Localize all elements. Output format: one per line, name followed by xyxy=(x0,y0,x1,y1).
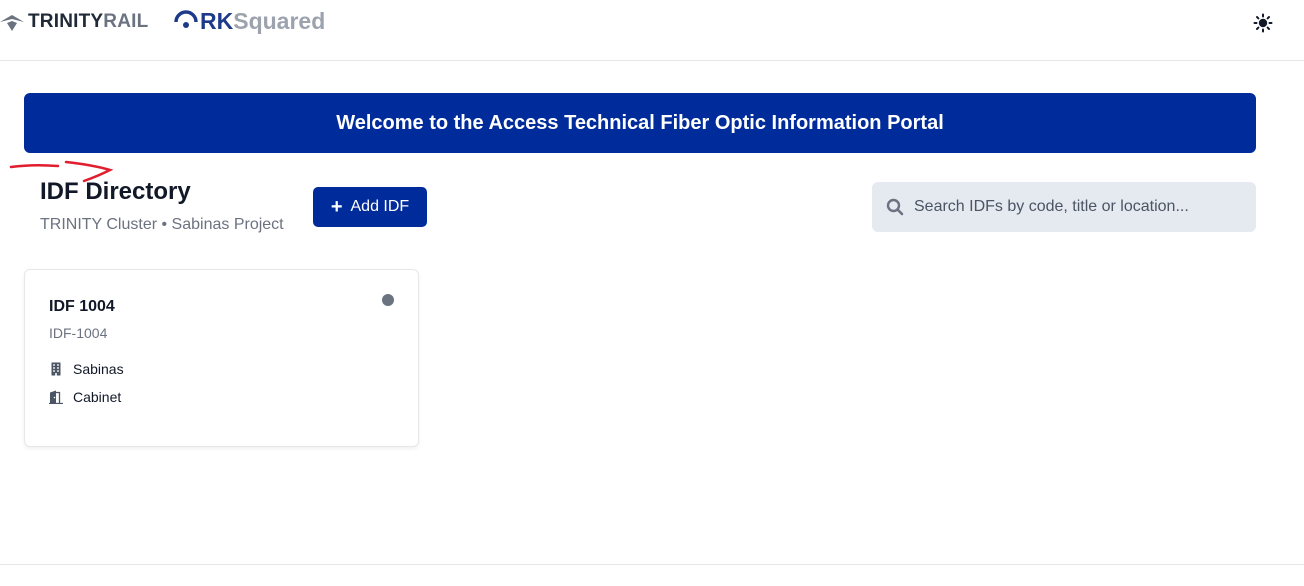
plus-icon: + xyxy=(330,196,343,218)
welcome-banner-text: Welcome to the Access Technical Fiber Op… xyxy=(336,111,944,134)
logo-text-rail: RAIL xyxy=(103,11,149,32)
rksquared-logo-icon xyxy=(174,10,198,28)
cabinet-icon xyxy=(49,390,63,404)
building-icon xyxy=(51,362,61,376)
add-idf-label: Add IDF xyxy=(350,198,410,215)
page-subtitle: TRINITY Cluster • Sabinas Project xyxy=(40,216,284,233)
trinity-rail-logo: TRINITY RAIL xyxy=(0,9,148,35)
top-bar: TRINITY RAIL RK Squared xyxy=(0,0,1304,61)
idf-card-code: IDF-1004 xyxy=(49,325,108,341)
footer-divider xyxy=(0,564,1304,565)
add-idf-button[interactable]: + Add IDF xyxy=(313,187,427,227)
idf-card-location: Sabinas xyxy=(49,361,124,377)
search-input[interactable] xyxy=(914,198,1244,216)
theme-toggle-button[interactable] xyxy=(1252,12,1274,34)
trinity-logo-icon xyxy=(0,15,24,31)
status-indicator xyxy=(382,294,394,306)
rksquared-logo: RK Squared xyxy=(174,6,325,36)
search-icon xyxy=(886,198,904,216)
logo-text-trinity: TRINITY xyxy=(28,11,104,32)
idf-card-type: Cabinet xyxy=(49,389,121,405)
idf-card-title: IDF 1004 xyxy=(49,298,115,315)
logo-text-rk: RK xyxy=(200,7,234,34)
welcome-banner: Welcome to the Access Technical Fiber Op… xyxy=(24,93,1256,153)
sun-icon xyxy=(1253,13,1273,33)
idf-card-type-label: Cabinet xyxy=(73,389,122,405)
logo-text-squared: Squared xyxy=(233,7,326,34)
idf-card[interactable]: IDF 1004 IDF-1004 Sabinas Cabinet xyxy=(24,269,419,447)
search-bar xyxy=(872,182,1256,232)
idf-card-location-label: Sabinas xyxy=(73,361,124,377)
page-title: IDF Directory xyxy=(40,178,191,205)
